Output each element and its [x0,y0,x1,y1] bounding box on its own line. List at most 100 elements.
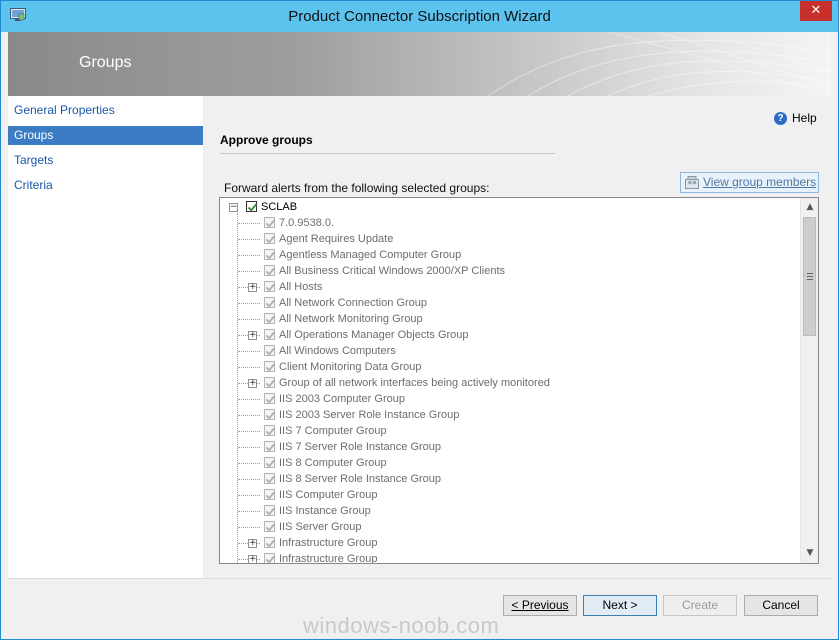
tree-row-checkbox[interactable] [264,425,276,436]
help-link[interactable]: Help [792,111,817,125]
tree-row[interactable]: All Network Monitoring Group [220,311,780,327]
tree-row-checkbox[interactable] [264,553,276,563]
tree-row[interactable]: IIS 2003 Computer Group [220,391,780,407]
tree-row[interactable]: IIS 7 Computer Group [220,423,780,439]
thumb-grip-line [807,276,813,277]
tree-connector-line [238,271,260,272]
collapse-icon[interactable]: − [229,203,238,212]
tree-row-checkbox[interactable] [264,217,276,228]
cancel-button-label: Cancel [762,598,800,612]
checkmark-icon [265,299,276,308]
tree-connector-line [238,495,260,496]
tree-row[interactable]: All Windows Computers [220,343,780,359]
next-button-label: Next > [602,598,638,612]
tree-row-checkbox[interactable] [264,441,276,452]
nav-item-groups[interactable]: Groups [8,126,203,145]
scroll-thumb[interactable] [803,217,816,336]
tree-row[interactable]: IIS 8 Computer Group [220,455,780,471]
section-title: Approve groups [220,133,313,147]
tree-row[interactable]: Client Monitoring Data Group [220,359,780,375]
checkmark-icon [265,507,276,516]
help-icon[interactable]: ? [774,112,787,125]
next-button[interactable]: Next > [583,595,657,616]
tree-row-checkbox[interactable] [264,249,276,260]
tree-row-checkbox[interactable] [264,361,276,372]
expand-icon[interactable]: + [248,555,257,563]
tree-row[interactable]: + Group of all network interfaces being a… [220,375,780,391]
tree-row[interactable]: + Infrastructure Group [220,535,780,551]
checkmark-icon [265,555,276,563]
tree-row-checkbox[interactable] [264,537,276,548]
checkmark-icon [265,427,276,436]
tree-row[interactable]: IIS 8 Server Role Instance Group [220,471,780,487]
tree-row-label: Client Monitoring Data Group [279,361,422,373]
view-group-members-label: View group members [703,175,817,189]
tree-root-row[interactable]: − SCLAB [220,199,780,215]
tree-row[interactable]: + All Operations Manager Objects Group [220,327,780,343]
tree-row[interactable]: IIS Server Group [220,519,780,535]
tree-row-checkbox[interactable] [264,505,276,516]
tree-row-checkbox[interactable] [264,313,276,324]
section-divider [220,153,555,154]
tree-row-checkbox[interactable] [264,409,276,420]
tree-row-label: All Network Monitoring Group [279,313,423,325]
scroll-up-arrow[interactable]: ▲ [801,199,818,216]
root-checkbox[interactable] [246,201,258,212]
tree-row-label: Infrastructure Group [279,553,378,564]
nav-item-criteria[interactable]: Criteria [8,176,203,195]
header-banner: Groups [8,32,831,96]
checkmark-icon [265,331,276,340]
tree-row-checkbox[interactable] [264,265,276,276]
scroll-down-arrow[interactable]: ▼ [801,545,818,562]
nav-item-general-properties[interactable]: General Properties [8,101,203,120]
tree-connector-line [238,255,260,256]
tree-connector-line [238,447,260,448]
tree-row-checkbox[interactable] [264,329,276,340]
tree-row-checkbox[interactable] [264,393,276,404]
tree-row-label: Agentless Managed Computer Group [279,249,462,261]
tree-row[interactable]: IIS Instance Group [220,503,780,519]
tree-row-checkbox[interactable] [264,489,276,500]
tree-row-label: Group of all network interfaces being ac… [279,377,550,389]
tree-row-checkbox[interactable] [264,457,276,468]
tree-row[interactable]: 7.0.9538.0. [220,215,780,231]
tree-row[interactable]: All Business Critical Windows 2000/XP Cl… [220,263,780,279]
tree-row[interactable]: IIS 2003 Server Role Instance Group [220,407,780,423]
checkmark-icon [265,395,276,404]
thumb-grip-line [807,279,813,280]
tree-row-checkbox[interactable] [264,377,276,388]
tree-scrollbar[interactable]: ▲ ▼ [800,198,818,563]
create-button-label: Create [681,598,719,612]
nav-item-targets[interactable]: Targets [8,151,203,170]
view-group-members-button[interactable]: View group members [680,172,819,193]
close-button[interactable]: ✕ [800,1,832,21]
tree-row-label: IIS Instance Group [279,505,371,517]
expand-icon[interactable]: + [248,379,257,388]
create-button[interactable]: Create [663,595,737,616]
tree-row-checkbox[interactable] [264,233,276,244]
tree-row-checkbox[interactable] [264,473,276,484]
previous-button[interactable]: < Previous [503,595,577,616]
tree-row[interactable]: IIS Computer Group [220,487,780,503]
tree-row-label: IIS 8 Computer Group [279,457,387,469]
tree-row-checkbox[interactable] [264,281,276,292]
tree-row-label: 7.0.9538.0. [279,217,335,229]
expand-icon[interactable]: + [248,283,257,292]
tree-row[interactable]: + Infrastructure Group [220,551,780,564]
tree-row[interactable]: Agent Requires Update [220,231,780,247]
expand-icon[interactable]: + [248,539,257,548]
tree-row[interactable]: All Network Connection Group [220,295,780,311]
tree-row[interactable]: IIS 7 Server Role Instance Group [220,439,780,455]
group-members-icon [685,176,699,189]
title-bar[interactable]: Product Connector Subscription Wizard ✕ [1,1,838,32]
groups-tree[interactable]: − SCLAB 7.0.9538.0. Agent Requires Update… [219,197,819,564]
expand-icon[interactable]: + [248,331,257,340]
tree-row[interactable]: + All Hosts [220,279,780,295]
tree-row[interactable]: Agentless Managed Computer Group [220,247,780,263]
tree-row-label: IIS Computer Group [279,489,378,501]
tree-row-checkbox[interactable] [264,345,276,356]
tree-row-checkbox[interactable] [264,297,276,308]
tree-row-label: IIS 7 Computer Group [279,425,387,437]
cancel-button[interactable]: Cancel [744,595,818,616]
tree-row-checkbox[interactable] [264,521,276,532]
